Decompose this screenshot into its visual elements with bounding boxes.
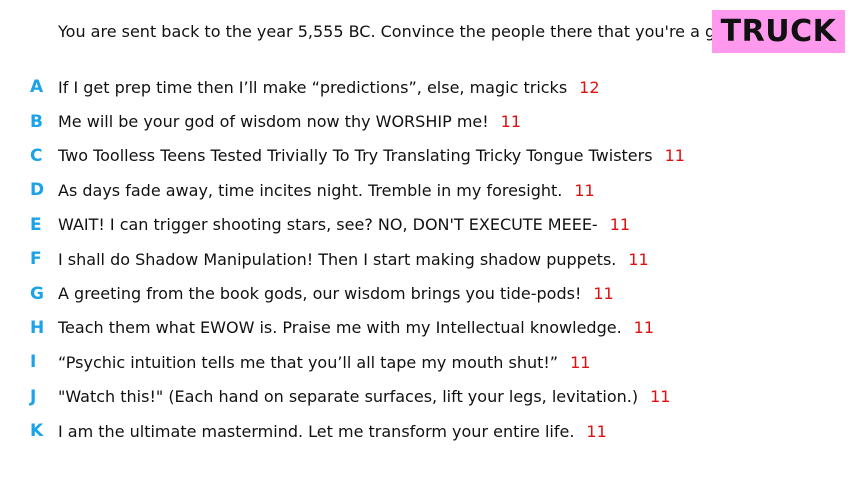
answer-text: Teach them what EWOW is. Praise me with … [58, 318, 654, 337]
answer-letter: A [30, 77, 44, 98]
answer-row: K I am the ultimate mastermind. Let me t… [0, 414, 853, 448]
answer-row: F I shall do Shadow Manipulation! Then I… [0, 242, 853, 276]
answer-score: 12 [579, 77, 600, 97]
answer-text: WAIT! I can trigger shooting stars, see?… [58, 215, 630, 234]
answer-body: If I get prep time then I’ll make “predi… [58, 77, 568, 97]
answer-text: "Watch this!" (Each hand on separate sur… [58, 387, 670, 406]
answer-letter: J [30, 386, 37, 407]
answer-row: C Two Toolless Teens Tested Trivially To… [0, 139, 853, 173]
answer-row: J "Watch this!" (Each hand on separate s… [0, 380, 853, 414]
prompt-text: You are sent back to the year 5,555 BC. … [58, 22, 741, 41]
answer-body: As days fade away, time incites night. T… [58, 180, 563, 200]
answer-row: G A greeting from the book gods, our wis… [0, 276, 853, 310]
answer-text: I shall do Shadow Manipulation! Then I s… [58, 250, 649, 269]
answer-letter: E [30, 214, 42, 235]
answer-text: As days fade away, time incites night. T… [58, 181, 595, 200]
answer-score: 11 [650, 387, 671, 407]
answer-letter: H [30, 317, 45, 338]
answer-row: A If I get prep time then I’ll make “pre… [0, 70, 853, 104]
answer-score: 11 [609, 215, 631, 235]
answer-body: Two Toolless Teens Tested Trivially To T… [58, 146, 653, 166]
answer-body: I shall do Shadow Manipulation! Then I s… [58, 249, 617, 269]
answer-body: A greeting from the book gods, our wisdo… [58, 284, 582, 304]
answer-body: "Watch this!" (Each hand on separate sur… [58, 387, 639, 407]
answer-body: “Psychic intuition tells me that you’ll … [58, 352, 559, 372]
answer-letter: F [30, 249, 42, 270]
answer-row: E WAIT! I can trigger shooting stars, se… [0, 208, 853, 242]
category-badge: TRUCK [712, 10, 845, 53]
answer-body: Teach them what EWOW is. Praise me with … [58, 318, 622, 338]
answer-score: 11 [586, 421, 607, 441]
answer-score: 11 [628, 249, 649, 269]
answer-letter: K [30, 421, 44, 442]
answer-text: If I get prep time then I’ll make “predi… [58, 78, 600, 97]
answer-row: B Me will be your god of wisdom now thy … [0, 104, 853, 138]
answer-letter: G [30, 283, 44, 304]
answer-score: 11 [664, 146, 685, 166]
answer-score: 11 [633, 318, 655, 338]
answer-body: WAIT! I can trigger shooting stars, see?… [58, 215, 598, 235]
answer-score: 11 [593, 284, 614, 304]
answer-row: I “Psychic intuition tells me that you’l… [0, 345, 853, 379]
answer-body: I am the ultimate mastermind. Let me tra… [58, 421, 575, 441]
answer-letter: C [30, 145, 43, 166]
answer-list: A If I get prep time then I’ll make “pre… [0, 70, 853, 448]
answer-body: Me will be your god of wisdom now thy WO… [58, 112, 489, 132]
answer-score: 11 [500, 112, 522, 132]
answer-text: Two Toolless Teens Tested Trivially To T… [58, 146, 685, 165]
answer-letter: I [30, 352, 37, 373]
answer-text: “Psychic intuition tells me that you’ll … [58, 353, 590, 372]
answer-letter: B [30, 111, 43, 132]
answer-text: A greeting from the book gods, our wisdo… [58, 284, 614, 303]
answer-text: I am the ultimate mastermind. Let me tra… [58, 422, 607, 441]
answer-letter: D [30, 180, 45, 201]
answer-text: Me will be your god of wisdom now thy WO… [58, 112, 521, 131]
answer-row: D As days fade away, time incites night.… [0, 173, 853, 207]
answer-row: H Teach them what EWOW is. Praise me wit… [0, 311, 853, 345]
answer-score: 11 [574, 180, 595, 200]
answer-score: 11 [570, 352, 591, 372]
